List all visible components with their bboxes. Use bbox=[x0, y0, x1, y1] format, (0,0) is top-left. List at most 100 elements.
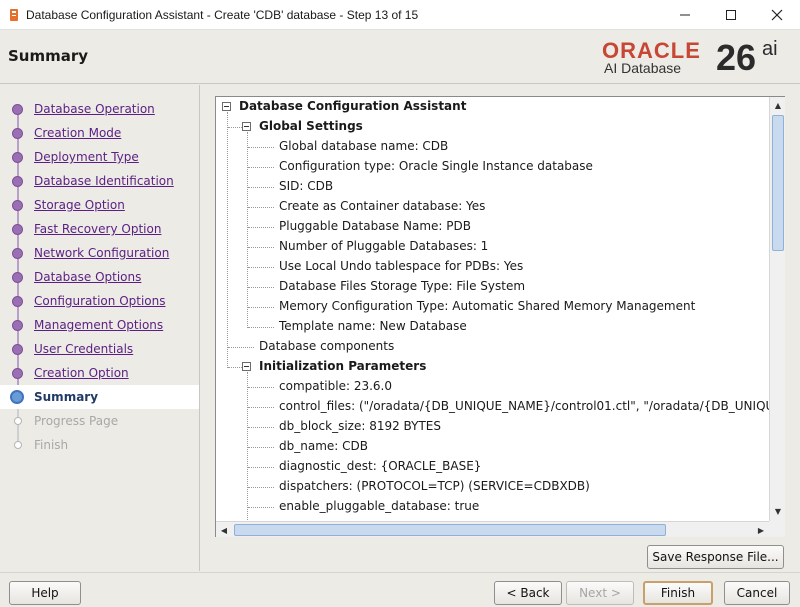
summary-tree[interactable]: Database Configuration Assistant Global … bbox=[216, 97, 769, 521]
logo-product: AI Database bbox=[604, 60, 682, 76]
tree-leaf: db_name: CDB bbox=[279, 439, 368, 453]
help-button[interactable]: Help bbox=[9, 581, 81, 605]
nav-step-label[interactable]: Deployment Type bbox=[34, 150, 139, 164]
cancel-button[interactable]: Cancel bbox=[724, 581, 790, 605]
tree-leaf: dispatchers: (PROTOCOL=TCP) (SERVICE=CDB… bbox=[279, 479, 590, 493]
collapse-icon[interactable] bbox=[222, 102, 231, 111]
tree-leaf: Memory Configuration Type: Automatic Sha… bbox=[279, 299, 696, 313]
tree-leaf: diagnostic_dest: {ORACLE_BASE} bbox=[279, 459, 482, 473]
tree-leaf: Create as Container database: Yes bbox=[279, 199, 486, 213]
tree-connector bbox=[248, 447, 274, 448]
app-icon bbox=[10, 9, 18, 21]
back-button[interactable]: < Back bbox=[494, 581, 562, 605]
nav-step-label[interactable]: Management Options bbox=[34, 318, 163, 332]
scroll-corner bbox=[769, 521, 785, 537]
tree-leaf: db_block_size: 8192 BYTES bbox=[279, 419, 441, 433]
step-done-icon bbox=[12, 152, 23, 163]
collapse-icon[interactable] bbox=[242, 122, 251, 131]
tree-connector bbox=[248, 407, 274, 408]
nav-step-database-options[interactable]: Database Options bbox=[0, 265, 199, 289]
nav-step-network-configuration[interactable]: Network Configuration bbox=[0, 241, 199, 265]
nav-step-label[interactable]: Configuration Options bbox=[34, 294, 166, 308]
maximize-icon bbox=[726, 10, 736, 20]
horizontal-scrollbar[interactable]: ◀ ▶ bbox=[216, 521, 769, 537]
nav-step-database-identification[interactable]: Database Identification bbox=[0, 169, 199, 193]
maximize-button[interactable] bbox=[708, 0, 754, 30]
tree-leaf: Configuration type: Oracle Single Instan… bbox=[279, 159, 593, 173]
tree-node-global-settings: Global Settings bbox=[259, 119, 363, 133]
tree-connector bbox=[228, 367, 242, 368]
vertical-scroll-thumb[interactable] bbox=[772, 115, 784, 251]
close-button[interactable] bbox=[754, 0, 800, 30]
nav-step-label[interactable]: Fast Recovery Option bbox=[34, 222, 161, 236]
tree-connector bbox=[248, 227, 274, 228]
close-icon bbox=[771, 9, 783, 21]
tree-connector bbox=[248, 467, 274, 468]
step-done-icon bbox=[12, 296, 23, 307]
horizontal-scroll-thumb[interactable] bbox=[234, 524, 666, 536]
nav-step-fast-recovery-option[interactable]: Fast Recovery Option bbox=[0, 217, 199, 241]
step-done-icon bbox=[12, 224, 23, 235]
tree-connector bbox=[248, 507, 274, 508]
nav-step-label[interactable]: Network Configuration bbox=[34, 246, 169, 260]
nav-step-label: Summary bbox=[34, 390, 99, 404]
nav-step-finish: Finish bbox=[0, 433, 199, 457]
tree-leaf: Pluggable Database Name: PDB bbox=[279, 219, 471, 233]
tree-connector bbox=[248, 487, 274, 488]
scroll-down-arrow-icon[interactable]: ▼ bbox=[770, 503, 786, 519]
save-response-file-button[interactable]: Save Response File... bbox=[647, 545, 784, 569]
finish-button[interactable]: Finish bbox=[643, 581, 713, 605]
nav-step-database-operation[interactable]: Database Operation bbox=[0, 97, 199, 121]
nav-step-label[interactable]: Storage Option bbox=[34, 198, 125, 212]
nav-step-label[interactable]: Creation Mode bbox=[34, 126, 121, 140]
tree-leaf: control_files: ("/oradata/{DB_UNIQUE_NAM… bbox=[279, 399, 769, 413]
nav-step-management-options[interactable]: Management Options bbox=[0, 313, 199, 337]
vertical-scrollbar[interactable]: ▲ ▼ bbox=[769, 97, 785, 521]
nav-step-label[interactable]: Database Operation bbox=[34, 102, 155, 116]
step-pending-icon bbox=[14, 417, 22, 425]
tree-leaf: Use Local Undo tablespace for PDBs: Yes bbox=[279, 259, 524, 273]
next-button[interactable]: Next > bbox=[566, 581, 634, 605]
nav-step-creation-mode[interactable]: Creation Mode bbox=[0, 121, 199, 145]
tree-connector bbox=[248, 167, 274, 168]
logo-version-suffix: ai bbox=[762, 38, 778, 60]
nav-step-label[interactable]: Database Identification bbox=[34, 174, 174, 188]
minimize-button[interactable] bbox=[662, 0, 708, 30]
nav-step-label[interactable]: Creation Option bbox=[34, 366, 129, 380]
scroll-up-arrow-icon[interactable]: ▲ bbox=[770, 97, 786, 113]
header: Summary ORACLE AI Database 26 ai bbox=[0, 30, 800, 84]
tree-leaf: Number of Pluggable Databases: 1 bbox=[279, 239, 489, 253]
tree-connector bbox=[227, 112, 228, 368]
tree-leaf: compatible: 23.6.0 bbox=[279, 379, 392, 393]
tree-root: Database Configuration Assistant bbox=[239, 99, 467, 113]
step-done-icon bbox=[12, 104, 23, 115]
tree-leaf: SID: CDB bbox=[279, 179, 334, 193]
tree-connector bbox=[228, 347, 254, 348]
tree-connector bbox=[248, 307, 274, 308]
nav-step-configuration-options[interactable]: Configuration Options bbox=[0, 289, 199, 313]
title-bar: Database Configuration Assistant - Creat… bbox=[0, 0, 800, 30]
tree-connector bbox=[248, 387, 274, 388]
nav-step-label[interactable]: User Credentials bbox=[34, 342, 133, 356]
window-title: Database Configuration Assistant - Creat… bbox=[26, 8, 419, 22]
step-done-icon bbox=[12, 272, 23, 283]
tree-leaf: enable_pluggable_database: true bbox=[279, 499, 480, 513]
step-done-icon bbox=[12, 176, 23, 187]
nav-step-user-credentials[interactable]: User Credentials bbox=[0, 337, 199, 361]
tree-leaf: Template name: New Database bbox=[279, 319, 467, 333]
nav-step-label[interactable]: Database Options bbox=[34, 270, 141, 284]
oracle-logo: ORACLE AI Database 26 ai bbox=[602, 36, 792, 80]
nav-step-storage-option[interactable]: Storage Option bbox=[0, 193, 199, 217]
scroll-right-arrow-icon[interactable]: ▶ bbox=[753, 522, 769, 538]
step-pending-icon bbox=[14, 441, 22, 449]
scroll-left-arrow-icon[interactable]: ◀ bbox=[216, 522, 232, 538]
tree-node-database-components: Database components bbox=[259, 339, 395, 353]
tree-node-initialization-parameters: Initialization Parameters bbox=[259, 359, 427, 373]
step-done-icon bbox=[12, 248, 23, 259]
nav-step-creation-option[interactable]: Creation Option bbox=[0, 361, 199, 385]
tree-connector bbox=[248, 327, 274, 328]
nav-step-deployment-type[interactable]: Deployment Type bbox=[0, 145, 199, 169]
tree-connector bbox=[247, 132, 248, 328]
nav-step-label: Finish bbox=[34, 438, 69, 452]
collapse-icon[interactable] bbox=[242, 362, 251, 371]
